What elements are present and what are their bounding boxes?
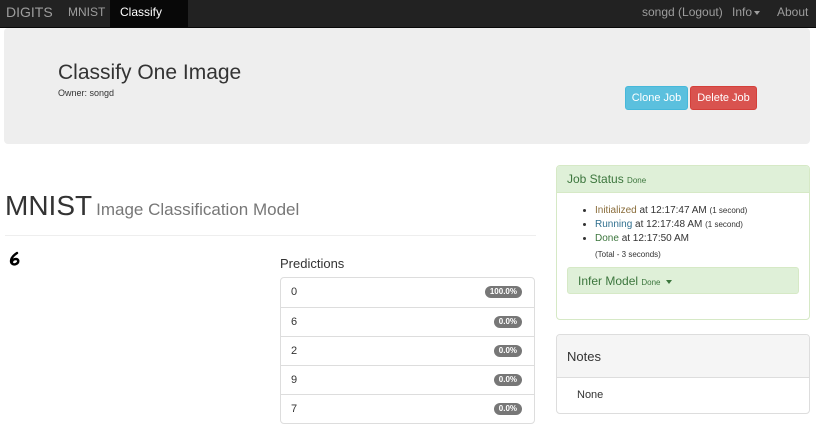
- status-done: Done: [595, 233, 619, 244]
- delete-job-button[interactable]: Delete Job: [690, 86, 757, 110]
- prediction-label: 9: [291, 374, 298, 386]
- total-duration: (Total - 3 seconds): [595, 250, 661, 259]
- nav-mnist[interactable]: MNIST: [58, 0, 115, 28]
- nav-info-label: Info: [732, 5, 753, 19]
- status-event: Initialized at 12:17:47 AM (1 second): [595, 204, 747, 218]
- prediction-row: 9 0.0%: [281, 365, 534, 394]
- nav-user-logout[interactable]: songd (Logout): [632, 0, 733, 28]
- input-digit-image: [9, 251, 20, 266]
- prediction-row: 2 0.0%: [281, 336, 534, 365]
- prediction-badge: 100.0%: [484, 286, 522, 298]
- status-initialized: Initialized: [595, 205, 637, 216]
- divider: [5, 235, 536, 236]
- notes-body: None: [577, 389, 604, 401]
- prediction-row: 6 0.0%: [281, 307, 534, 336]
- nav-about-label: About: [777, 5, 809, 19]
- caret-down-icon: [754, 10, 761, 15]
- job-status-state: Done: [627, 176, 647, 185]
- nav-about-dropdown[interactable]: About: [767, 0, 816, 39]
- prediction-badge: 0.0%: [493, 374, 522, 386]
- prediction-badge: 0.0%: [493, 345, 522, 357]
- nav-info-dropdown[interactable]: Info: [722, 0, 770, 28]
- prediction-row: 0 100.0%: [281, 278, 534, 307]
- status-running: Running: [595, 219, 633, 230]
- prediction-row: 7 0.0%: [281, 394, 534, 423]
- status-time: at 12:17:48 AM: [635, 219, 703, 230]
- status-event: Done at 12:17:50 AM: [595, 232, 747, 246]
- prediction-badge: 0.0%: [493, 403, 522, 415]
- prediction-badge: 0.0%: [493, 316, 522, 328]
- prediction-label: 2: [291, 345, 298, 357]
- top-navbar: DIGITS MNIST Classify One songd (Logout)…: [0, 0, 816, 43]
- prediction-label: 0: [291, 286, 298, 298]
- predictions-list: 0 100.0% 6 0.0% 2 0.0% 9 0.0% 7 0.0%: [280, 277, 535, 424]
- status-time: at 12:17:50 AM: [621, 233, 689, 244]
- status-duration: (1 second): [709, 206, 748, 215]
- job-status-panel: Job Status Done Initialized at 12:17:47 …: [556, 165, 810, 320]
- infer-model-state: Done: [641, 278, 661, 287]
- caret-down-icon: [665, 279, 672, 284]
- model-name: MNIST: [5, 190, 93, 221]
- job-status-header: Job Status Done: [557, 166, 809, 193]
- infer-model-dropdown[interactable]: Infer Model Done: [567, 267, 799, 294]
- clone-job-button[interactable]: Clone Job: [625, 86, 688, 110]
- prediction-label: 6: [291, 316, 298, 328]
- status-time: at 12:17:47 AM: [639, 205, 707, 216]
- predictions-title: Predictions: [280, 256, 345, 271]
- job-status-title: Job Status: [567, 172, 624, 186]
- status-event: Running at 12:17:48 AM (1 second): [595, 218, 747, 232]
- infer-model-label: Infer Model: [578, 274, 639, 288]
- owner-label: Owner: songd: [58, 88, 115, 98]
- page-header: Classify One Image Owner: songd Clone Jo…: [4, 28, 810, 144]
- page-title: Classify One Image: [58, 61, 242, 84]
- model-subtitle: Image Classification Model: [96, 200, 300, 219]
- notes-title: Notes: [557, 335, 809, 378]
- notes-panel: Notes None: [556, 334, 810, 414]
- nav-classify-one[interactable]: Classify One: [110, 0, 188, 43]
- brand-link[interactable]: DIGITS: [0, 0, 59, 28]
- status-duration: (1 second): [705, 220, 743, 229]
- status-events: Initialized at 12:17:47 AM (1 second) Ru…: [595, 204, 747, 246]
- prediction-label: 7: [291, 403, 298, 415]
- model-heading: MNIST Image Classification Model: [5, 190, 299, 222]
